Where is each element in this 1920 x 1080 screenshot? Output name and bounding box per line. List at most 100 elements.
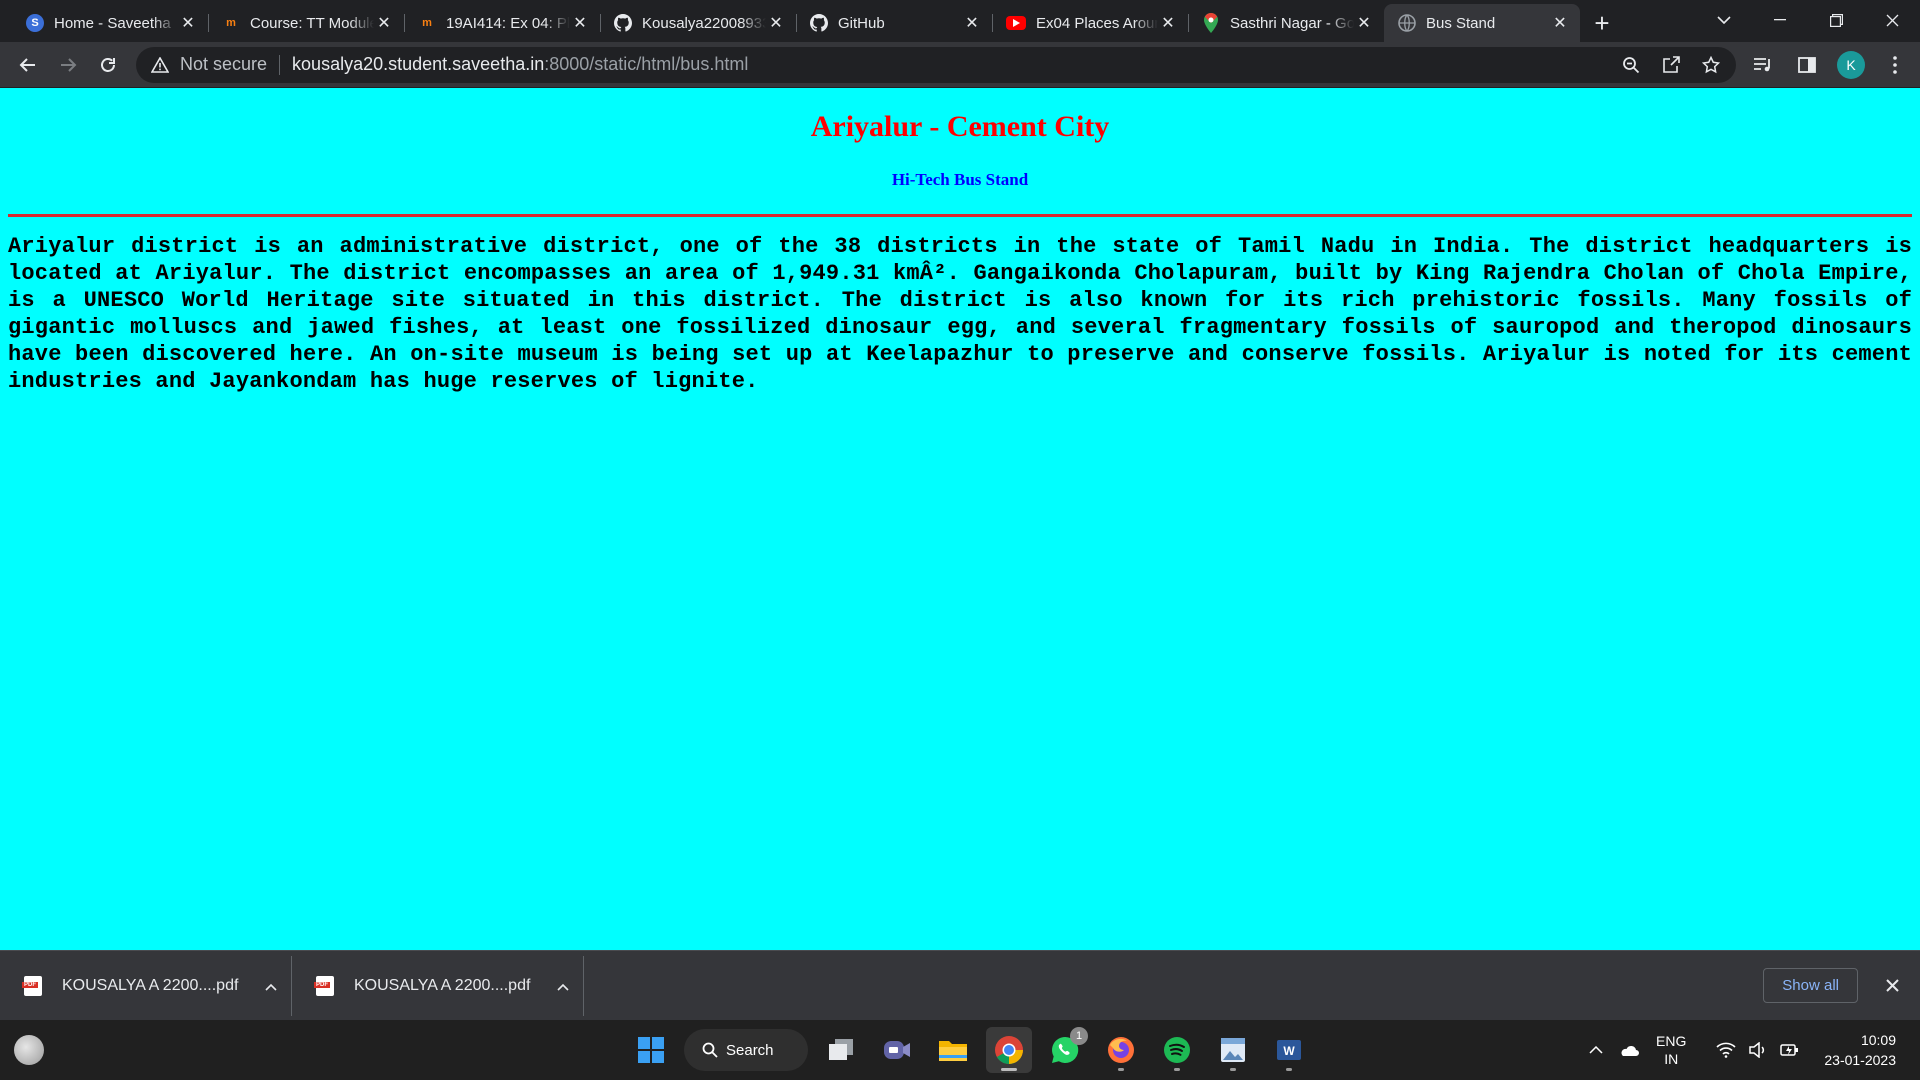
github-icon — [810, 14, 828, 32]
close-icon[interactable]: ✕ — [178, 13, 198, 33]
close-icon[interactable]: ✕ — [374, 13, 394, 33]
youtube-icon — [1006, 16, 1026, 30]
spotify-icon — [1164, 1037, 1190, 1063]
word-icon: W — [1277, 1040, 1301, 1060]
clock-time: 10:09 — [1860, 1032, 1896, 1048]
firefox-button[interactable] — [1098, 1027, 1144, 1073]
toolbar-actions: K — [1746, 48, 1912, 82]
search-icon — [702, 1042, 718, 1058]
region-code: IN — [1664, 1051, 1679, 1067]
active-indicator — [1001, 1068, 1017, 1071]
share-icon[interactable] — [1660, 54, 1682, 76]
tab-youtube-ex04[interactable]: Ex04 Places Around ✕ — [992, 4, 1188, 42]
media-queue-icon[interactable] — [1746, 48, 1780, 82]
close-icon[interactable]: ✕ — [570, 13, 590, 33]
reload-button[interactable] — [88, 45, 128, 85]
start-button[interactable] — [628, 1027, 674, 1073]
tab-course-tt-module[interactable]: m Course: TT Module ✕ — [208, 4, 404, 42]
security-label[interactable]: Not secure — [180, 54, 267, 75]
chevron-up-icon[interactable] — [543, 978, 583, 994]
side-panel-icon[interactable] — [1790, 48, 1824, 82]
close-icon[interactable]: ✕ — [1354, 13, 1374, 33]
tab-title: Course: TT Module — [250, 14, 374, 32]
tab-github[interactable]: GitHub ✕ — [796, 4, 992, 42]
teams-chat-button[interactable] — [874, 1027, 920, 1073]
svg-text:W: W — [1283, 1044, 1295, 1058]
bookmark-star-icon[interactable] — [1700, 54, 1722, 76]
kebab-menu-icon[interactable] — [1878, 48, 1912, 82]
windows-taskbar: Search 1 W ENG IN 10:09 23-01-2023 — [0, 1020, 1920, 1080]
tab-strip: S Home - Saveetha ✕ m Course: TT Module … — [0, 0, 1920, 42]
close-download-bar-icon[interactable] — [1872, 979, 1912, 992]
language-code: ENG — [1656, 1033, 1687, 1049]
running-indicator — [1230, 1068, 1236, 1071]
tab-title: Ex04 Places Around — [1036, 14, 1158, 32]
tab-sasthri-nagar-maps[interactable]: Sasthri Nagar - Google Maps ✕ — [1188, 4, 1384, 42]
tab-title: GitHub — [838, 14, 885, 32]
system-tray: ENG IN 10:09 23-01-2023 — [1580, 1020, 1920, 1080]
image-app-icon — [1221, 1038, 1245, 1062]
warning-icon[interactable] — [150, 56, 170, 73]
chrome-icon — [995, 1036, 1023, 1064]
tab-title: 19AI414: Ex 04: Places — [446, 14, 570, 32]
saveetha-icon: S — [26, 14, 44, 32]
file-explorer-button[interactable] — [930, 1027, 976, 1073]
spotify-button[interactable] — [1154, 1027, 1200, 1073]
tab-home-saveetha[interactable]: S Home - Saveetha ✕ — [12, 4, 208, 42]
zoom-icon[interactable] — [1620, 54, 1642, 76]
page-body-text: Ariyalur district is an administrative d… — [8, 234, 1912, 394]
volume-icon[interactable] — [1746, 1038, 1770, 1062]
tab-search-chevron-icon[interactable] — [1696, 0, 1752, 40]
onedrive-cloud-icon[interactable] — [1616, 1038, 1640, 1062]
tab-bus-stand[interactable]: Bus Stand ✕ — [1384, 4, 1580, 42]
paint-app-button[interactable] — [1210, 1027, 1256, 1073]
battery-icon[interactable] — [1778, 1038, 1802, 1062]
chevron-up-icon[interactable] — [1584, 1038, 1608, 1062]
tab-title: Home - Saveetha — [54, 14, 171, 32]
weather-widget-icon[interactable] — [14, 1035, 44, 1065]
tab-kousalya-github[interactable]: Kousalya22008933 ✕ — [600, 4, 796, 42]
windows-logo-icon — [638, 1037, 664, 1063]
page-title: Ariyalur - Cement City — [810, 110, 1110, 143]
word-button[interactable]: W — [1266, 1027, 1312, 1073]
download-filename: KOUSALYA A 2200....pdf — [62, 976, 239, 994]
chrome-button[interactable] — [986, 1027, 1032, 1073]
address-bar[interactable]: Not secure kousalya20.student.saveetha.i… — [136, 46, 1736, 83]
url-path: :8000/static/html/bus.html — [544, 54, 749, 74]
whatsapp-button[interactable]: 1 — [1042, 1027, 1088, 1073]
input-language[interactable]: ENG IN — [1656, 1032, 1686, 1068]
forward-button[interactable] — [48, 45, 88, 85]
show-all-downloads-button[interactable]: Show all — [1763, 968, 1858, 1003]
avatar: K — [1837, 50, 1865, 79]
download-filename: KOUSALYA A 2200....pdf — [354, 976, 531, 994]
taskbar-search-label: Search — [726, 1041, 774, 1059]
download-item[interactable]: KOUSALYA A 2200....pdf — [0, 955, 292, 1016]
close-icon[interactable]: ✕ — [962, 13, 982, 33]
new-tab-button[interactable]: + — [1580, 4, 1624, 42]
chevron-up-icon[interactable] — [251, 978, 291, 994]
back-button[interactable] — [8, 45, 48, 85]
pdf-file-icon — [314, 975, 334, 996]
download-item[interactable]: KOUSALYA A 2200....pdf — [292, 955, 584, 1016]
minimize-button[interactable] — [1752, 0, 1808, 40]
close-icon[interactable]: ✕ — [1550, 13, 1570, 33]
divider — [8, 214, 1912, 217]
restore-button[interactable] — [1808, 0, 1864, 40]
github-icon — [614, 14, 632, 32]
task-view-button[interactable] — [818, 1027, 864, 1073]
close-icon[interactable]: ✕ — [766, 13, 786, 33]
window-controls — [1696, 0, 1920, 42]
close-icon[interactable]: ✕ — [1158, 13, 1178, 33]
tab-19ai414[interactable]: m 19AI414: Ex 04: Places ✕ — [404, 4, 600, 42]
profile-avatar[interactable]: K — [1834, 48, 1868, 82]
pdf-file-icon — [22, 975, 42, 996]
address-separator — [279, 54, 281, 75]
task-view-icon — [829, 1039, 853, 1060]
omnibox-actions — [1620, 54, 1722, 76]
teams-chat-icon — [884, 1041, 910, 1059]
system-clock[interactable]: 10:09 23-01-2023 — [1824, 1030, 1896, 1070]
taskbar-search-button[interactable]: Search — [684, 1029, 808, 1071]
close-window-button[interactable] — [1864, 0, 1920, 40]
wifi-icon[interactable] — [1714, 1038, 1738, 1062]
notification-badge: 1 — [1070, 1027, 1088, 1045]
